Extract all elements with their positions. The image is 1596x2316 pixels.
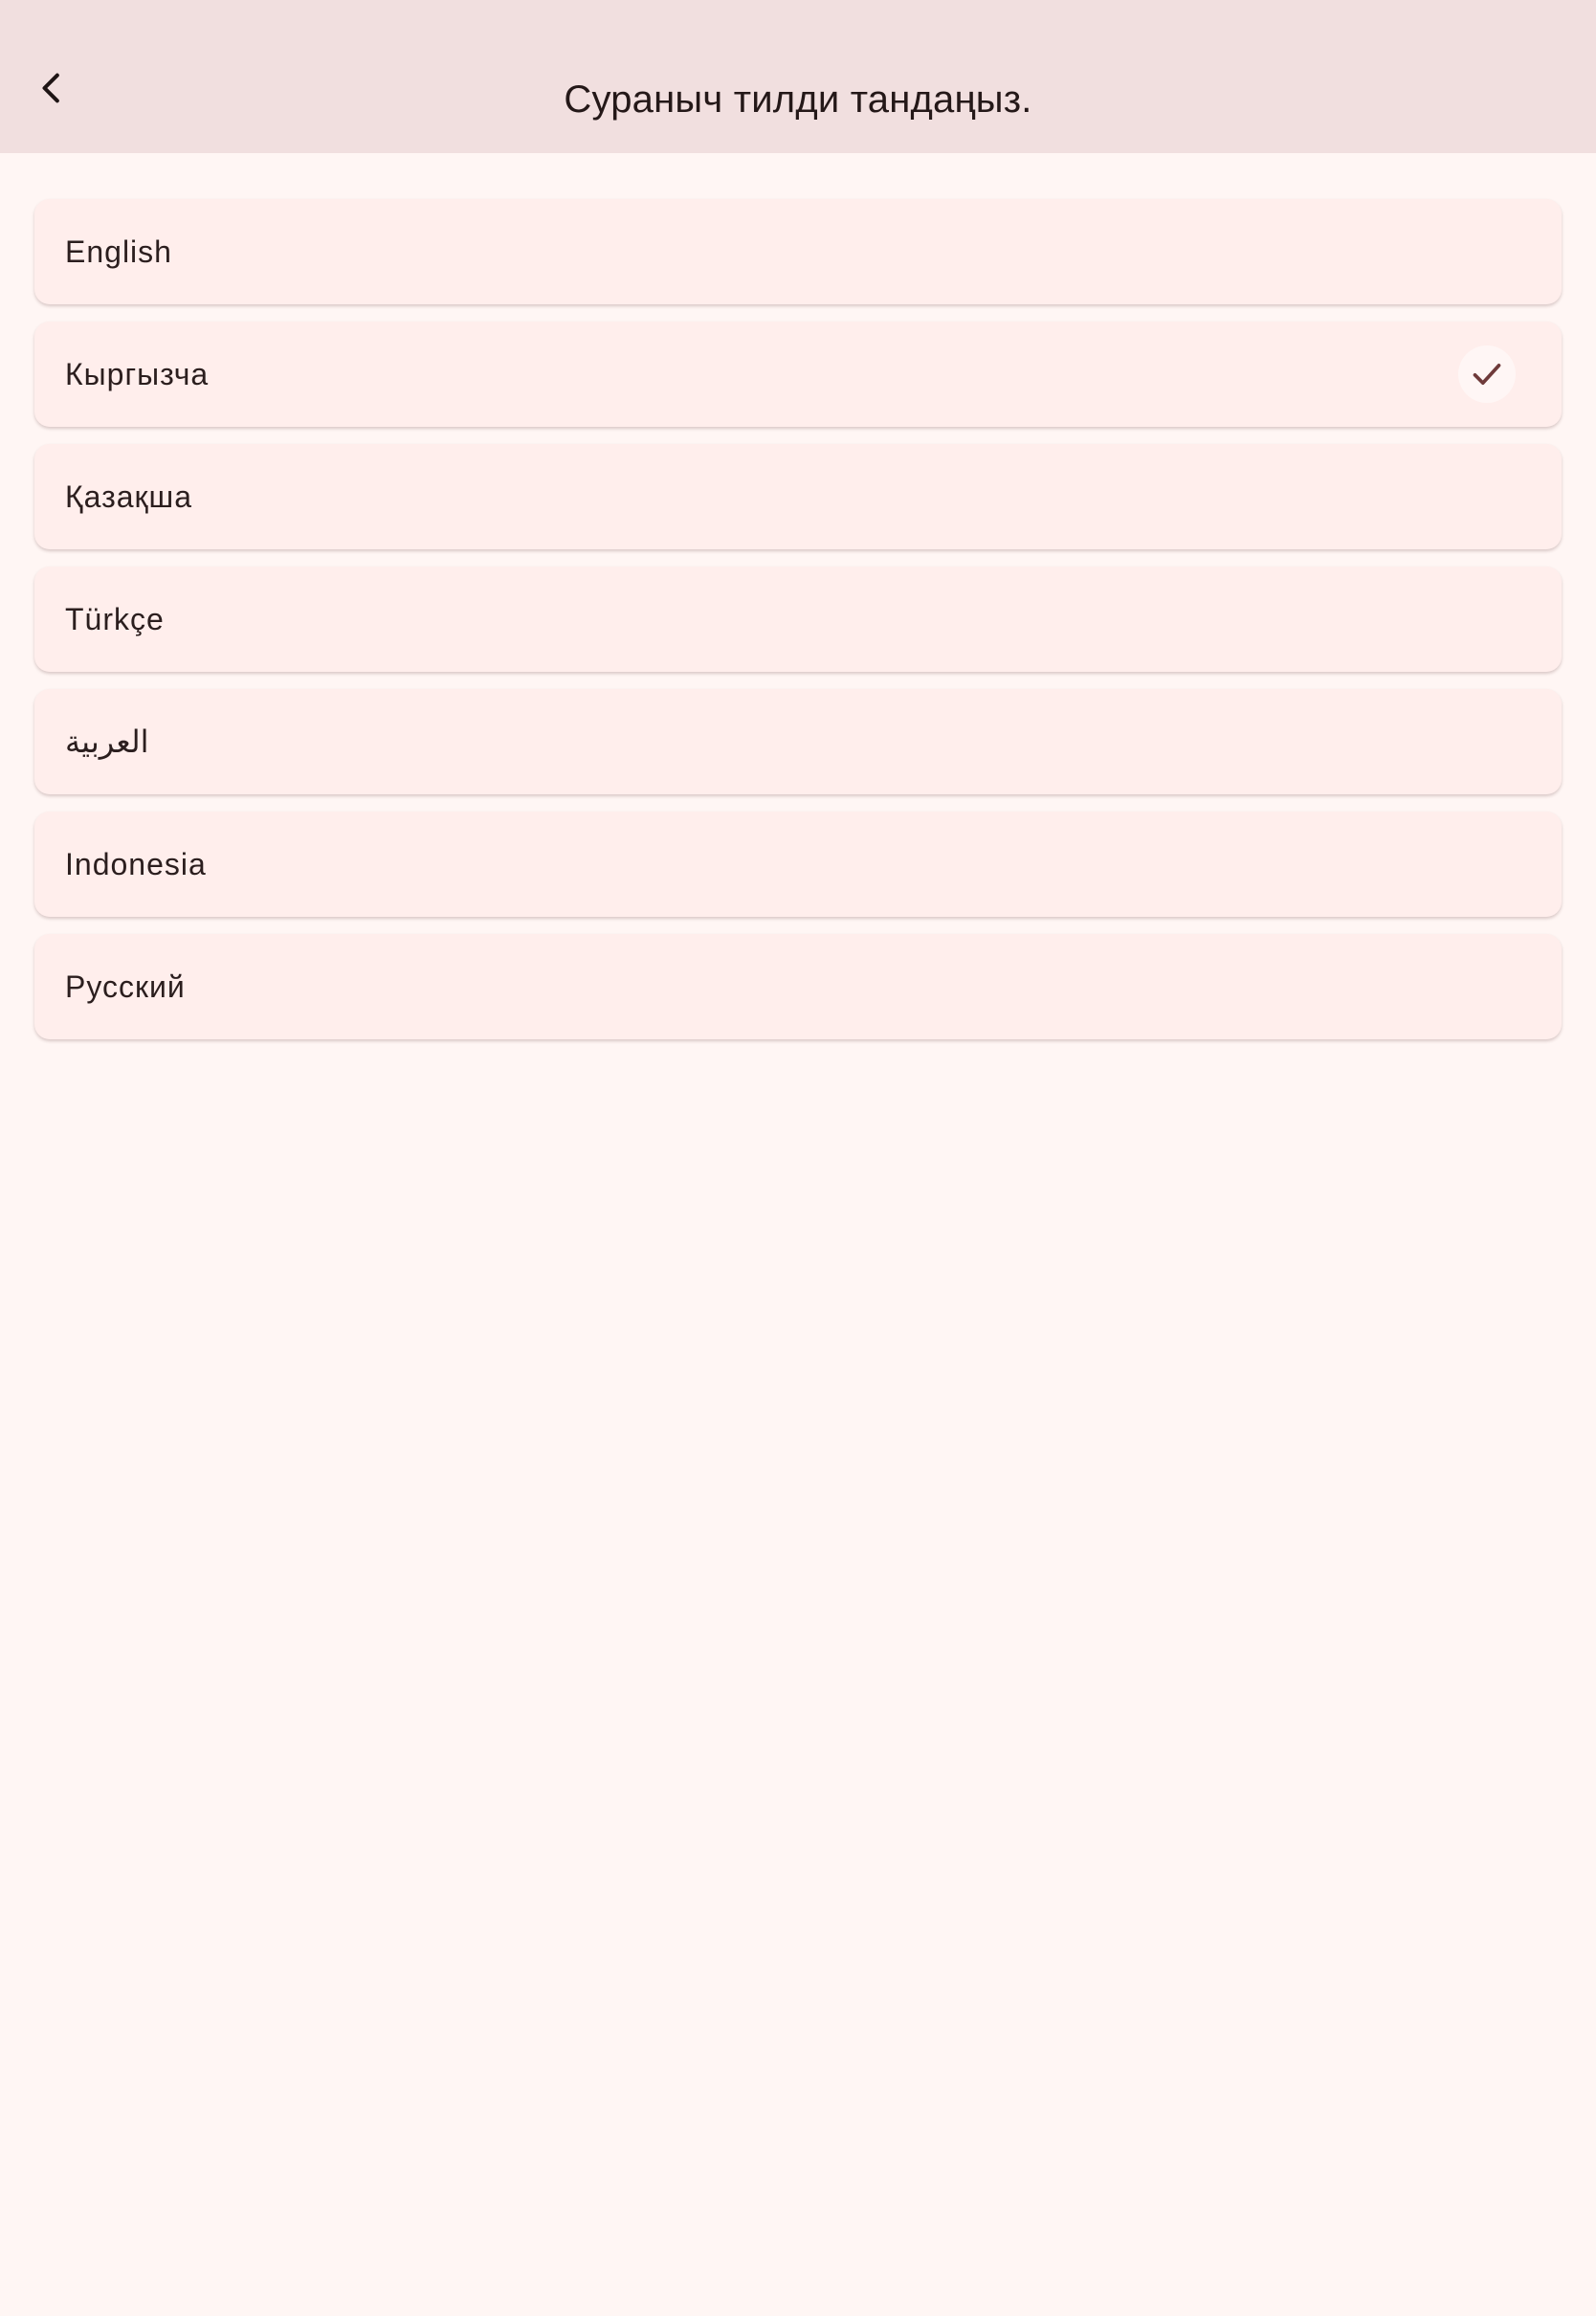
language-list: English Кыргызча Қазақша Türkçe العربية … <box>34 199 1562 1057</box>
language-item-english[interactable]: English <box>34 199 1562 304</box>
language-item-turkish[interactable]: Türkçe <box>34 567 1562 672</box>
language-label: Кыргызча <box>65 356 210 391</box>
page-title: Сураныч тилди тандаңыз. <box>564 78 1032 121</box>
app-bar: Сураныч тилди тандаңыз. <box>0 0 1596 153</box>
language-label: Қазақша <box>65 479 193 514</box>
language-item-kazakh[interactable]: Қазақша <box>34 444 1562 549</box>
language-label: Indonesia <box>65 846 207 881</box>
language-item-indonesian[interactable]: Indonesia <box>34 812 1562 917</box>
language-label: English <box>65 234 172 269</box>
language-label: Русский <box>65 969 186 1004</box>
check-icon <box>1473 364 1501 385</box>
language-label: العربية <box>65 724 149 759</box>
language-item-russian[interactable]: Русский <box>34 934 1562 1039</box>
language-item-kyrgyz[interactable]: Кыргызча <box>34 322 1562 427</box>
language-item-arabic[interactable]: العربية <box>34 689 1562 794</box>
selected-badge <box>1458 345 1516 403</box>
language-label: Türkçe <box>65 601 165 636</box>
